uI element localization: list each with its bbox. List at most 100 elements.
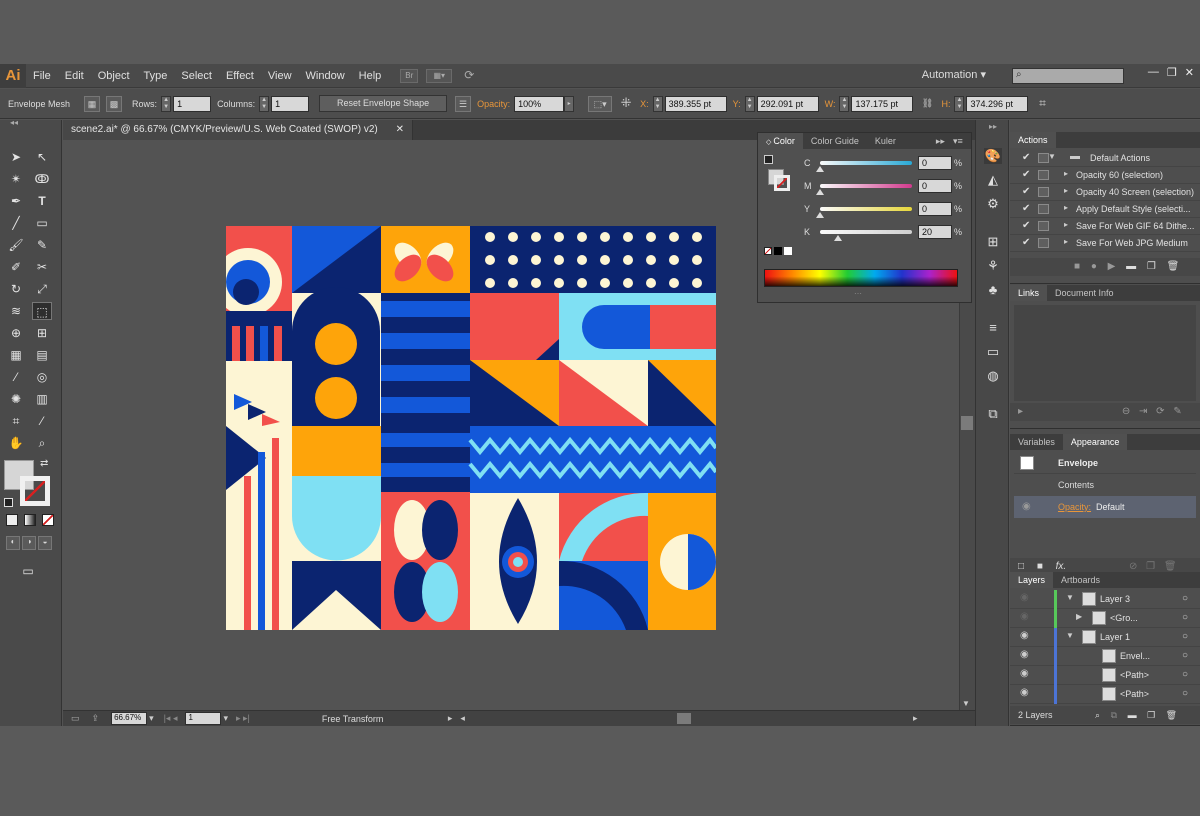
graphic-styles-icon[interactable]: ⧉: [984, 406, 1002, 422]
channel-slider-track[interactable]: [820, 161, 912, 165]
artboard-field[interactable]: 1: [185, 712, 222, 725]
channel-value-field[interactable]: 0: [918, 179, 952, 193]
artwork-envelope[interactable]: [226, 226, 716, 630]
tab-artboards[interactable]: Artboards: [1053, 572, 1108, 588]
add-fill-icon[interactable]: ■: [1037, 561, 1043, 572]
magic-wand-tool-icon[interactable]: ✴: [6, 170, 26, 188]
appearance-contents[interactable]: Contents: [1058, 480, 1094, 490]
reset-envelope-shape-button[interactable]: Reset Envelope Shape: [319, 95, 448, 112]
vertical-scroll-thumb[interactable]: [961, 416, 973, 430]
menu-select[interactable]: Select: [174, 64, 219, 88]
default-colors-icon[interactable]: [4, 498, 13, 507]
zoom-dropdown-icon[interactable]: ▾: [149, 713, 154, 724]
y-stepper[interactable]: ▲ ▼: [744, 95, 755, 112]
black-swatch[interactable]: [774, 247, 782, 255]
channel-slider-track[interactable]: [820, 184, 912, 188]
kuler-icon[interactable]: ⚙: [984, 196, 1002, 212]
disclosure-icon[interactable]: ▸: [1064, 186, 1068, 195]
align-to-icon[interactable]: ⬚▾: [588, 95, 613, 112]
add-stroke-icon[interactable]: □: [1018, 561, 1024, 572]
none-mode-icon[interactable]: [42, 514, 54, 526]
gradient-mode-icon[interactable]: [24, 514, 36, 526]
artboard-tool-icon[interactable]: ⌗: [6, 412, 26, 430]
visibility-eye-icon[interactable]: ◉: [1020, 649, 1029, 660]
disclosure-icon[interactable]: ▸: [1064, 203, 1068, 212]
type-tool-icon[interactable]: T: [32, 192, 52, 210]
new-sublayer-icon[interactable]: ▬: [1128, 710, 1137, 720]
expand-layer-icon[interactable]: ▶: [1076, 612, 1082, 621]
document-tab[interactable]: scene2.ai* @ 66.67% (CMYK/Preview/U.S. W…: [63, 120, 413, 140]
check-icon[interactable]: ✔: [1022, 169, 1030, 180]
tab-appearance[interactable]: Appearance: [1062, 434, 1128, 450]
layer-row[interactable]: ◉ ▶ <Gro... ○: [1010, 609, 1200, 628]
artboard-dropdown-icon[interactable]: ▾: [223, 713, 228, 724]
layer-row[interactable]: ◉ <Path> ○: [1010, 685, 1200, 704]
duplicate-item-icon[interactable]: ❐: [1146, 561, 1155, 572]
stop-icon[interactable]: ■: [1074, 261, 1080, 272]
new-set-icon[interactable]: ▬: [1126, 261, 1136, 272]
check-icon[interactable]: ✔: [1022, 237, 1030, 248]
target-icon[interactable]: ○: [1182, 612, 1188, 623]
symbol-sprayer-tool-icon[interactable]: ✺: [6, 390, 26, 408]
disclosure-icon[interactable]: ▸: [1064, 220, 1068, 229]
blob-brush-tool-icon[interactable]: ✐: [6, 258, 26, 276]
rows-stepper[interactable]: ▲ ▼: [161, 95, 172, 112]
dialog-toggle-icon[interactable]: [1038, 204, 1049, 214]
clear-appearance-icon[interactable]: ⊘: [1129, 561, 1137, 572]
color-panel-icon[interactable]: 🎨: [984, 148, 1002, 164]
action-row[interactable]: ✔ ▸ Opacity 40 Screen (selection): [1010, 184, 1200, 201]
draw-normal-icon[interactable]: ◐: [6, 536, 20, 550]
shape-builder-tool-icon[interactable]: ⊕: [6, 324, 26, 342]
play-icon[interactable]: ▶: [1108, 261, 1116, 272]
panel-menu-icon[interactable]: ▾≡: [953, 133, 971, 149]
columns-field[interactable]: 1: [271, 95, 310, 112]
channel-value-field[interactable]: 0: [918, 156, 952, 170]
action-row[interactable]: ✔ ▼ ▬ Default Actions: [1010, 150, 1200, 167]
menu-file[interactable]: File: [26, 64, 58, 88]
color-mode-icon[interactable]: [6, 514, 18, 526]
channel-value-field[interactable]: 0: [918, 202, 952, 216]
blend-tool-icon[interactable]: ◎: [32, 368, 52, 386]
last-artboard-icon[interactable]: ▸ ▸|: [236, 713, 250, 724]
opacity-dropdown-icon[interactable]: ▸: [564, 95, 575, 112]
export-icon[interactable]: ⇪: [92, 713, 100, 724]
close-document-icon[interactable]: ✕: [396, 124, 404, 135]
restore-icon[interactable]: ❐: [1167, 66, 1177, 79]
x-stepper[interactable]: ▲ ▼: [652, 95, 663, 112]
menu-window[interactable]: Window: [299, 64, 352, 88]
target-icon[interactable]: ○: [1182, 631, 1188, 642]
line-tool-icon[interactable]: ╱: [6, 214, 26, 232]
appearance-opacity-label[interactable]: Opacity:: [1058, 502, 1091, 512]
gradient-tool-icon[interactable]: ▤: [32, 346, 52, 364]
scroll-right-icon[interactable]: ▸: [913, 713, 918, 724]
delete-layer-icon[interactable]: 🗑: [1166, 710, 1177, 720]
scissors-tool-icon[interactable]: ✂: [32, 258, 52, 276]
status-menu-icon[interactable]: ▸: [448, 713, 453, 724]
horizontal-scroll-thumb[interactable]: [676, 713, 691, 724]
zoom-tool-icon[interactable]: ⌕: [32, 434, 52, 452]
menu-edit[interactable]: Edit: [58, 64, 91, 88]
go-to-link-icon[interactable]: ⇥: [1139, 406, 1147, 417]
y-field[interactable]: 292.091 pt: [756, 95, 819, 112]
new-action-icon[interactable]: ❐: [1147, 261, 1156, 272]
collapse-tools-icon[interactable]: ◂◂: [4, 118, 24, 128]
warp-tool-icon[interactable]: ≋: [6, 302, 26, 320]
expand-layer-icon[interactable]: ▼: [1066, 593, 1074, 602]
columns-stepper[interactable]: ▲ ▼: [259, 95, 270, 112]
hand-tool-icon[interactable]: ✋: [6, 434, 26, 452]
disclosure-icon[interactable]: ▸: [1064, 237, 1068, 246]
opacity-label[interactable]: Opacity:: [477, 99, 510, 109]
panel-resize-icon[interactable]: ⋯: [854, 289, 862, 298]
free-transform-tool-icon[interactable]: ⬚: [32, 302, 52, 320]
links-list[interactable]: [1014, 305, 1196, 401]
symbols-icon[interactable]: ♣: [984, 282, 1002, 298]
w-field[interactable]: 137.175 pt: [851, 95, 914, 112]
perspective-grid-tool-icon[interactable]: ⊞: [32, 324, 52, 342]
delete-item-icon[interactable]: 🗑: [1164, 561, 1177, 572]
screen-mode-icon[interactable]: ▭: [18, 562, 38, 580]
draw-behind-icon[interactable]: ◑: [22, 536, 36, 550]
color-spectrum[interactable]: [764, 269, 958, 287]
target-icon[interactable]: ○: [1182, 593, 1188, 604]
artboard-nav-icon[interactable]: ▭: [71, 713, 80, 724]
minimize-icon[interactable]: —: [1148, 66, 1159, 79]
